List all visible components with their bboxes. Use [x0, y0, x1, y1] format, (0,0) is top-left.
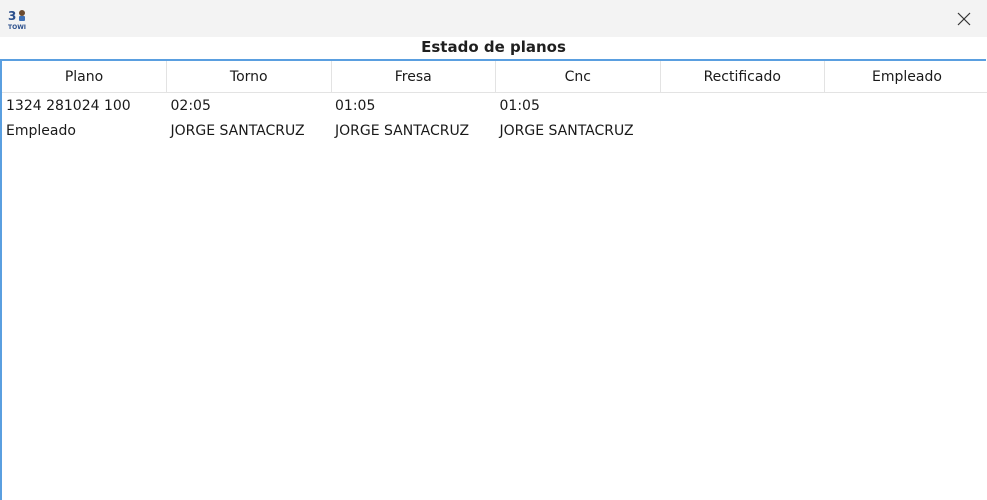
- table-row[interactable]: 1324 281024 100 02:05 01:05 01:05: [2, 93, 987, 119]
- table-cell[interactable]: JORGE SANTACRUZ: [496, 118, 661, 143]
- app-logo-icon: 3 TOWI: [7, 7, 31, 31]
- close-button[interactable]: [941, 0, 987, 37]
- table-cell[interactable]: 01:05: [496, 93, 661, 119]
- column-header-rectificado[interactable]: Rectificado: [660, 61, 825, 93]
- table-cell[interactable]: [660, 118, 825, 143]
- table-cell[interactable]: JORGE SANTACRUZ: [167, 118, 332, 143]
- column-header-fresa[interactable]: Fresa: [331, 61, 496, 93]
- column-header-cnc[interactable]: Cnc: [495, 61, 661, 93]
- table-cell[interactable]: [825, 118, 987, 143]
- table-row[interactable]: Empleado JORGE SANTACRUZ JORGE SANTACRUZ…: [2, 118, 987, 143]
- table-cell[interactable]: [825, 93, 987, 119]
- svg-text:3: 3: [8, 9, 16, 23]
- table-cell[interactable]: JORGE SANTACRUZ: [331, 118, 496, 143]
- column-header-plano[interactable]: Plano: [2, 61, 167, 93]
- title-bar[interactable]: 3 TOWI: [0, 0, 987, 37]
- table-cell[interactable]: 02:05: [167, 93, 332, 119]
- table-cell[interactable]: 01:05: [331, 93, 496, 119]
- column-header-torno[interactable]: Torno: [166, 61, 332, 93]
- table-cell[interactable]: [660, 93, 825, 119]
- table-cell[interactable]: Empleado: [2, 118, 167, 143]
- close-icon: [957, 12, 971, 25]
- table-header-row: Plano Torno Fresa Cnc Rectificado Emplea…: [2, 61, 987, 93]
- svg-text:TOWI: TOWI: [8, 24, 26, 31]
- column-header-empleado[interactable]: Empleado: [824, 61, 987, 93]
- app-window: 3 TOWI Estado de planos Plano Torno Fres…: [0, 0, 987, 500]
- form-title: Estado de planos: [421, 38, 566, 56]
- planos-table[interactable]: Plano Torno Fresa Cnc Rectificado Emplea…: [2, 61, 987, 143]
- planos-table-container[interactable]: Plano Torno Fresa Cnc Rectificado Emplea…: [0, 59, 987, 500]
- table-cell[interactable]: 1324 281024 100: [2, 93, 167, 119]
